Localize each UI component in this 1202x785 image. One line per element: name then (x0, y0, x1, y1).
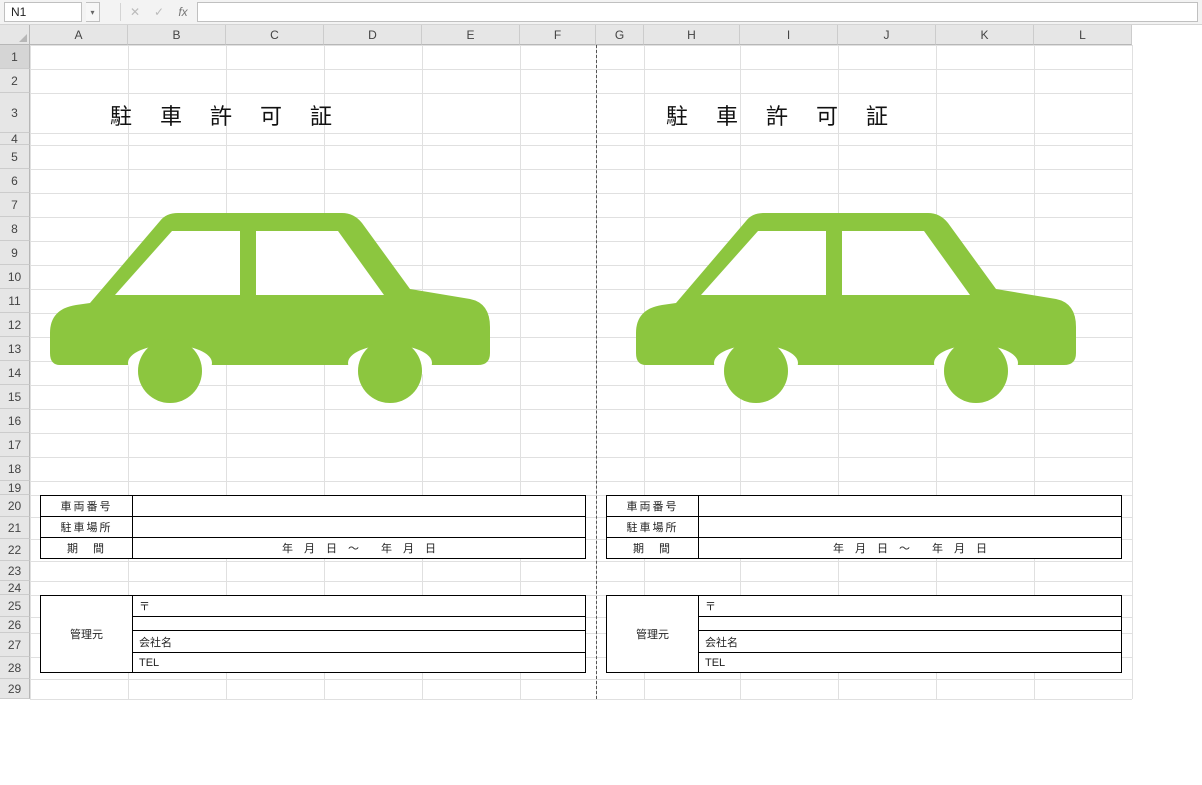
table-row: 車両番号 (41, 496, 586, 517)
column-header-K[interactable]: K (936, 25, 1034, 45)
vehicle-no-value (133, 496, 586, 517)
row-header-2[interactable]: 2 (0, 69, 30, 93)
vehicle-no-label: 車両番号 (41, 496, 133, 517)
management-label: 管理元 (41, 596, 133, 673)
permit-title: 駐車許可証 (666, 99, 916, 131)
row-header-11[interactable]: 11 (0, 289, 30, 313)
vehicle-info-table: 車両番号 駐車場所 期 間 年 月 日 ～ 年 月 日 (606, 495, 1122, 559)
period-label: 期 間 (41, 538, 133, 559)
select-all-corner[interactable] (0, 25, 30, 45)
column-header-C[interactable]: C (226, 25, 324, 45)
table-row: 期 間 年 月 日 ～ 年 月 日 (607, 538, 1122, 559)
row-header-19[interactable]: 19 (0, 481, 30, 495)
row-header-25[interactable]: 25 (0, 595, 30, 617)
table-row: 管理元 〒 (607, 596, 1122, 617)
chevron-down-icon: ▾ (90, 8, 94, 17)
column-headers: ABCDEFGHIJKL (30, 25, 1132, 45)
column-header-H[interactable]: H (644, 25, 740, 45)
row-header-24[interactable]: 24 (0, 581, 30, 595)
separator (120, 3, 121, 21)
row-header-15[interactable]: 15 (0, 385, 30, 409)
location-label: 駐車場所 (41, 517, 133, 538)
name-formula-bar: N1 ▾ ✕ ✓ fx (0, 0, 1202, 25)
vehicle-info-table: 車両番号 駐車場所 期 間 年 月 日 ～ 年 月 日 (40, 495, 586, 559)
row-header-9[interactable]: 9 (0, 241, 30, 265)
row-header-17[interactable]: 17 (0, 433, 30, 457)
tel-field: TEL (133, 653, 586, 673)
row-header-5[interactable]: 5 (0, 145, 30, 169)
tel-field: TEL (699, 653, 1122, 673)
row-header-13[interactable]: 13 (0, 337, 30, 361)
fx-icon: fx (178, 5, 187, 19)
row-header-21[interactable]: 21 (0, 517, 30, 539)
company-field: 会社名 (133, 631, 586, 653)
column-header-E[interactable]: E (422, 25, 520, 45)
row-header-14[interactable]: 14 (0, 361, 30, 385)
cells-area[interactable]: 駐車許可証 車両番号 駐車場所 期 間 年 月 日 ～ 年 月 日 管理元 (30, 45, 1132, 699)
row-header-6[interactable]: 6 (0, 169, 30, 193)
period-value: 年 月 日 ～ 年 月 日 (699, 538, 1122, 559)
postal-value (133, 617, 586, 631)
table-row: 車両番号 (607, 496, 1122, 517)
location-label: 駐車場所 (607, 517, 699, 538)
row-header-18[interactable]: 18 (0, 457, 30, 481)
car-icon (636, 197, 1076, 409)
table-row: 駐車場所 (607, 517, 1122, 538)
name-box-dropdown[interactable]: ▾ (86, 2, 100, 22)
row-header-10[interactable]: 10 (0, 265, 30, 289)
cancel-icon: ✕ (130, 5, 140, 19)
table-row: 期 間 年 月 日 ～ 年 月 日 (41, 538, 586, 559)
period-label: 期 間 (607, 538, 699, 559)
table-row: 駐車場所 (41, 517, 586, 538)
row-headers: 1234567891011121314151617181920212223242… (0, 45, 30, 699)
row-header-22[interactable]: 22 (0, 539, 30, 561)
location-value (133, 517, 586, 538)
spreadsheet-grid[interactable]: ABCDEFGHIJKL 123456789101112131415161718… (0, 25, 1202, 785)
name-box-value: N1 (11, 5, 26, 19)
company-field: 会社名 (699, 631, 1122, 653)
column-header-G[interactable]: G (596, 25, 644, 45)
vehicle-no-label: 車両番号 (607, 496, 699, 517)
check-icon: ✓ (154, 5, 164, 19)
row-header-8[interactable]: 8 (0, 217, 30, 241)
formula-bar-input[interactable] (197, 2, 1198, 22)
row-header-3[interactable]: 3 (0, 93, 30, 133)
column-header-A[interactable]: A (30, 25, 128, 45)
column-header-F[interactable]: F (520, 25, 596, 45)
column-header-L[interactable]: L (1034, 25, 1132, 45)
column-header-D[interactable]: D (324, 25, 422, 45)
name-box[interactable]: N1 (4, 2, 82, 22)
row-header-28[interactable]: 28 (0, 657, 30, 679)
insert-function-button[interactable]: fx (173, 2, 193, 22)
row-header-16[interactable]: 16 (0, 409, 30, 433)
management-table: 管理元 〒 会社名 TEL (606, 595, 1122, 673)
column-header-B[interactable]: B (128, 25, 226, 45)
row-header-27[interactable]: 27 (0, 633, 30, 657)
car-icon (50, 197, 490, 409)
location-value (699, 517, 1122, 538)
table-row: 管理元 〒 (41, 596, 586, 617)
confirm-formula-button[interactable]: ✓ (149, 2, 169, 22)
vehicle-no-value (699, 496, 1122, 517)
row-header-4[interactable]: 4 (0, 133, 30, 145)
permit-title: 駐車許可証 (110, 99, 360, 131)
row-header-29[interactable]: 29 (0, 679, 30, 699)
column-header-J[interactable]: J (838, 25, 936, 45)
postal-value (699, 617, 1122, 631)
page-break-line (596, 45, 597, 699)
management-label: 管理元 (607, 596, 699, 673)
row-header-1[interactable]: 1 (0, 45, 30, 69)
postal-field: 〒 (699, 596, 1122, 617)
row-header-7[interactable]: 7 (0, 193, 30, 217)
management-table: 管理元 〒 会社名 TEL (40, 595, 586, 673)
cancel-formula-button[interactable]: ✕ (125, 2, 145, 22)
row-header-20[interactable]: 20 (0, 495, 30, 517)
row-header-23[interactable]: 23 (0, 561, 30, 581)
column-header-I[interactable]: I (740, 25, 838, 45)
postal-field: 〒 (133, 596, 586, 617)
row-header-12[interactable]: 12 (0, 313, 30, 337)
row-header-26[interactable]: 26 (0, 617, 30, 633)
period-value: 年 月 日 ～ 年 月 日 (133, 538, 586, 559)
